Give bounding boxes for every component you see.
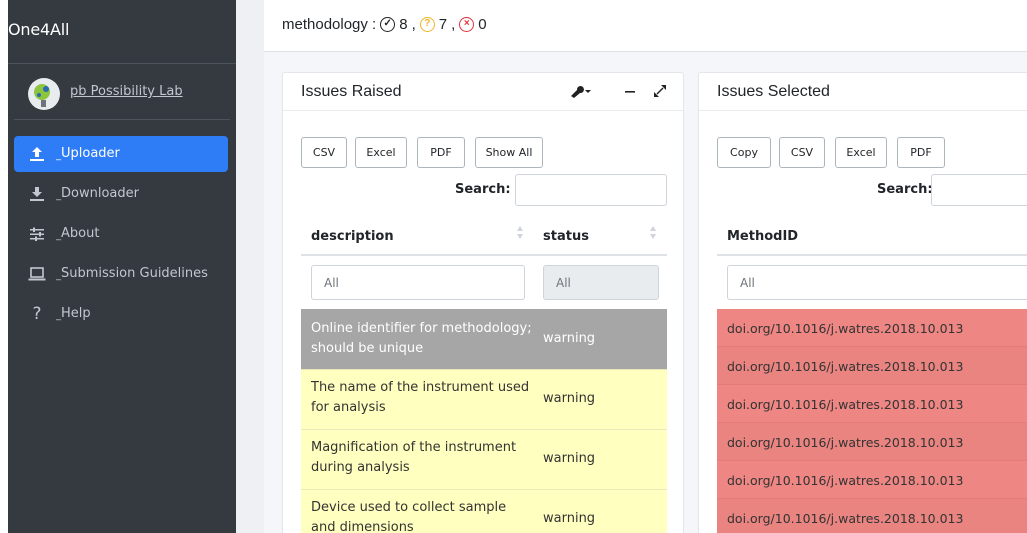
card-title: Issues Raised [301, 83, 402, 100]
sliders-icon [28, 226, 46, 242]
status-bar: methodology : ✓ 8 , ? 7 , × 0 [264, 0, 1027, 52]
sidebar-item-about[interactable]: About [14, 216, 228, 252]
user-name-link[interactable]: pb Possibility Lab [70, 84, 183, 99]
issues-selected-card: Issues Selected Copy CSV Excel PDF Searc… [698, 72, 1027, 533]
csv-button[interactable]: CSV [779, 137, 825, 168]
warn-count: 7 [438, 16, 448, 33]
table-row[interactable]: doi.org/10.1016/j.watres.2018.10.013 [717, 385, 1027, 423]
status-label: methodology : [282, 16, 377, 33]
description-filter-input[interactable]: All [311, 265, 525, 300]
status-cell: warning [543, 331, 596, 346]
csv-button[interactable]: CSV [301, 137, 347, 168]
pdf-button[interactable]: PDF [897, 137, 945, 168]
description-cell: Device used to collect sample and dimens… [311, 500, 507, 533]
excel-button[interactable]: Excel [355, 137, 407, 168]
column-header-status[interactable]: status [543, 229, 589, 244]
minimize-icon[interactable] [625, 84, 635, 101]
table-row[interactable]: doi.org/10.1016/j.watres.2018.10.013 [717, 423, 1027, 461]
table-row[interactable]: The name of the instrument used for anal… [301, 369, 667, 429]
table-row[interactable]: doi.org/10.1016/j.watres.2018.10.013 [717, 309, 1027, 347]
logo-icon [29, 79, 59, 109]
warning-icon: ? [419, 17, 435, 32]
download-icon [28, 186, 46, 202]
pdf-button[interactable]: PDF [417, 137, 465, 168]
description-cell: Magnification of the instrument during a… [311, 440, 517, 475]
table-row[interactable]: Device used to collect sample and dimens… [301, 489, 667, 533]
content-gutter [236, 0, 264, 533]
status-cell: warning [543, 451, 596, 466]
page-edge [0, 0, 8, 533]
question-icon: ? [32, 304, 42, 324]
sidebar-item-label: Help [56, 306, 91, 321]
search-input[interactable] [931, 174, 1027, 206]
search-label: Search: [877, 182, 933, 197]
search-input[interactable] [515, 174, 667, 206]
upload-icon [28, 146, 46, 162]
laptop-icon [28, 266, 46, 282]
error-icon: × [459, 17, 475, 32]
table-row[interactable]: doi.org/10.1016/j.watres.2018.10.013 [717, 347, 1027, 385]
card-header: Issues Raised [283, 73, 683, 111]
sort-icon[interactable] [517, 226, 523, 240]
status-cell: warning [543, 511, 596, 526]
sidebar-item-label: Uploader [56, 146, 120, 161]
card-title: Issues Selected [717, 83, 830, 100]
main-content: methodology : ✓ 8 , ? 7 , × 0 Issues Rai… [236, 0, 1027, 533]
expand-icon[interactable] [653, 84, 667, 101]
separator: , [411, 16, 416, 33]
issues-raised-card: Issues Raised CSV Excel PDF Show All Sea… [282, 72, 684, 533]
table-row[interactable]: doi.org/10.1016/j.watres.2018.10.013 [717, 461, 1027, 499]
sidebar-nav: Uploader Downloader About Submission Gui… [8, 120, 236, 332]
sort-icon[interactable] [650, 226, 656, 240]
ok-count: 8 [399, 16, 408, 33]
sidebar-item-uploader[interactable]: Uploader [14, 136, 228, 172]
wrench-icon[interactable] [569, 84, 593, 101]
column-header-description[interactable]: description [311, 229, 394, 244]
header-rule [717, 254, 1027, 256]
search-label: Search: [455, 182, 511, 197]
error-count: 0 [478, 16, 487, 33]
header-rule [301, 254, 667, 256]
methodid-filter-input[interactable]: All [727, 265, 1027, 300]
check-icon: ✓ [380, 17, 396, 32]
show-all-button[interactable]: Show All [475, 137, 543, 168]
sidebar-item-label: About [56, 226, 99, 241]
app-title[interactable]: One4All [8, 0, 236, 64]
sidebar-item-label: Submission Guidelines [56, 266, 208, 281]
sidebar: One4All pb Possibility Lab Uploader Down… [8, 0, 236, 533]
excel-button[interactable]: Excel [835, 137, 887, 168]
sidebar-item-help[interactable]: ? Help [14, 296, 228, 332]
table-row[interactable]: Magnification of the instrument during a… [301, 429, 667, 489]
user-panel: pb Possibility Lab [14, 64, 230, 120]
table-row[interactable]: doi.org/10.1016/j.watres.2018.10.013 [717, 499, 1027, 533]
status-filter-input[interactable]: All [543, 265, 659, 300]
table-row[interactable]: Online identifier for methodology; shoul… [301, 309, 667, 369]
sidebar-item-downloader[interactable]: Downloader [14, 176, 228, 212]
sidebar-item-label: Downloader [56, 186, 139, 201]
description-cell: Online identifier for methodology; shoul… [311, 321, 532, 356]
column-header-methodid[interactable]: MethodID [727, 229, 798, 244]
status-cell: warning [543, 391, 596, 406]
copy-button[interactable]: Copy [717, 137, 771, 168]
card-header: Issues Selected [699, 73, 1027, 111]
description-cell: The name of the instrument used for anal… [311, 380, 530, 415]
sidebar-item-submission-guidelines[interactable]: Submission Guidelines [14, 256, 228, 292]
avatar [28, 78, 60, 110]
separator: , [451, 16, 456, 33]
